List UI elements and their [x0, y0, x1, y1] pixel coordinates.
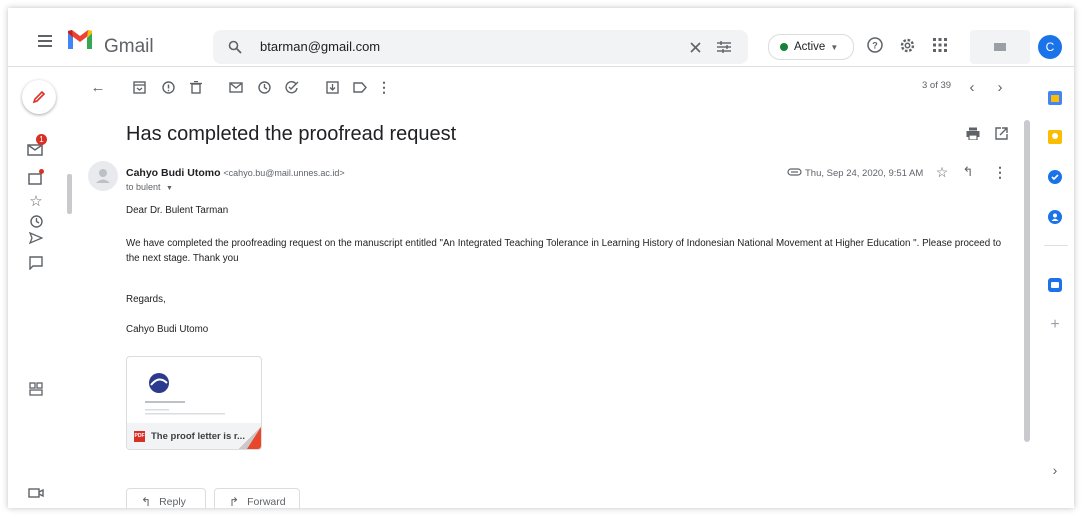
rail-divider [1044, 245, 1068, 246]
add-to-tasks-icon[interactable] [284, 79, 300, 95]
forward-button[interactable]: ↱ Forward [214, 488, 300, 508]
chat-bubble-icon[interactable] [26, 253, 46, 273]
status-dropdown[interactable]: Active ▼ [768, 34, 854, 60]
reply-arrow-icon: ↰ [141, 495, 152, 508]
help-icon[interactable]: ? [866, 36, 884, 54]
settings-gear-icon[interactable] [898, 36, 916, 54]
search-options-icon[interactable] [716, 39, 732, 55]
spaces-icon[interactable] [26, 379, 46, 399]
clear-search-icon[interactable] [687, 39, 703, 55]
pdf-icon: PDF [134, 430, 145, 442]
org-logo-icon [994, 43, 1006, 51]
chevron-down-icon: ▼ [830, 42, 839, 52]
sender-name[interactable]: Cahyo Budi Utomo [126, 167, 221, 179]
reply-button[interactable]: ↰ Reply [126, 488, 206, 508]
status-label: Active [794, 41, 826, 53]
print-icon[interactable] [965, 125, 981, 141]
attachment-clip-icon [786, 166, 802, 178]
email-signature: Cahyo Budi Utomo [126, 324, 209, 335]
calendar-icon[interactable] [1048, 91, 1062, 105]
search-icon[interactable] [227, 39, 243, 55]
pagination-label: 3 of 39 [922, 80, 952, 91]
open-new-window-icon[interactable] [993, 125, 1009, 141]
email-body-line-2: the next stage. Thank you [126, 253, 239, 264]
sender-avatar[interactable] [88, 161, 118, 191]
reply-icon[interactable]: ↰ [960, 164, 976, 180]
label-icon[interactable] [352, 79, 368, 95]
top-bar: Gmail Active ▼ ? [8, 8, 1074, 67]
email-subject: Has completed the proofread request [126, 123, 457, 145]
expand-panel-chevron-icon[interactable]: › [1048, 462, 1062, 478]
apps-grid-icon[interactable] [931, 36, 949, 54]
forward-arrow-icon: ↱ [229, 495, 240, 508]
recipient-line[interactable]: to bulent ▼ [126, 182, 173, 192]
chat-notification-dot [39, 169, 44, 174]
back-arrow-icon[interactable]: ← [90, 79, 106, 96]
chevron-left-icon[interactable]: ‹ [964, 79, 980, 96]
active-dot-icon [780, 43, 788, 51]
sender-line: Cahyo Budi Utomo <cahyo.bu@mail.unnes.ac… [126, 167, 345, 179]
attachment-card[interactable]: PDF The proof letter is r... [126, 356, 262, 450]
unread-count-badge: 1 [36, 134, 47, 145]
move-to-icon[interactable] [324, 79, 340, 95]
video-meet-icon[interactable] [26, 483, 46, 503]
recipient-details-chevron-icon[interactable]: ▼ [166, 185, 173, 192]
clock-icon[interactable] [26, 211, 46, 231]
search-input[interactable] [260, 39, 640, 54]
more-options-icon[interactable]: ⋮ [992, 164, 1008, 180]
tasks-icon[interactable] [1048, 170, 1062, 184]
email-greeting: Dear Dr. Bulent Tarman [126, 205, 229, 216]
send-icon[interactable] [26, 231, 46, 245]
recipient-label: to bulent [126, 182, 161, 192]
email-body-line-1: We have completed the proofreading reque… [126, 238, 1002, 249]
email-date: Thu, Sep 24, 2020, 9:51 AM [805, 168, 924, 179]
compose-button[interactable] [22, 80, 56, 114]
message-toolbar: ← ⋮ 3 of 39 ‹ › [76, 67, 1036, 107]
right-side-panel: + › [1039, 67, 1074, 508]
add-addon-plus-icon[interactable]: + [1048, 316, 1062, 333]
keep-icon[interactable] [1048, 130, 1062, 144]
page-curl-icon [239, 427, 261, 449]
archive-icon[interactable] [131, 79, 147, 95]
app-name: Gmail [104, 36, 154, 57]
mark-unread-icon[interactable] [228, 79, 244, 95]
sender-email: <cahyo.bu@mail.unnes.ac.id> [223, 168, 345, 178]
attachment-name: The proof letter is r... [151, 430, 245, 442]
avatar[interactable]: C [1038, 35, 1062, 59]
left-scrollbar[interactable] [67, 174, 72, 214]
attachment-preview-thumbnail [145, 373, 225, 415]
forward-label: Forward [247, 496, 286, 508]
contacts-icon[interactable] [1048, 210, 1062, 224]
more-vertical-icon[interactable]: ⋮ [376, 79, 392, 95]
star-icon[interactable]: ☆ [26, 191, 46, 211]
email-closing: Regards, [126, 294, 166, 305]
star-message-icon[interactable]: ☆ [934, 164, 950, 180]
gmail-logo-icon[interactable] [66, 29, 94, 51]
zoom-video-icon[interactable] [1048, 278, 1062, 292]
delete-trash-icon[interactable] [188, 79, 204, 95]
reply-label: Reply [159, 496, 186, 508]
person-icon [96, 169, 110, 183]
pencil-icon [32, 90, 46, 104]
org-logo[interactable] [970, 30, 1030, 64]
left-rail: 1 ☆ [8, 67, 68, 508]
svg-text:?: ? [872, 41, 878, 51]
search-bar[interactable] [213, 30, 748, 64]
main-menu-icon[interactable] [36, 34, 56, 50]
snooze-clock-icon[interactable] [256, 79, 272, 95]
content-scrollbar[interactable] [1024, 120, 1030, 442]
chevron-right-icon[interactable]: › [992, 79, 1008, 96]
gmail-window: Gmail Active ▼ ? [8, 8, 1074, 508]
report-spam-icon[interactable] [160, 79, 176, 95]
